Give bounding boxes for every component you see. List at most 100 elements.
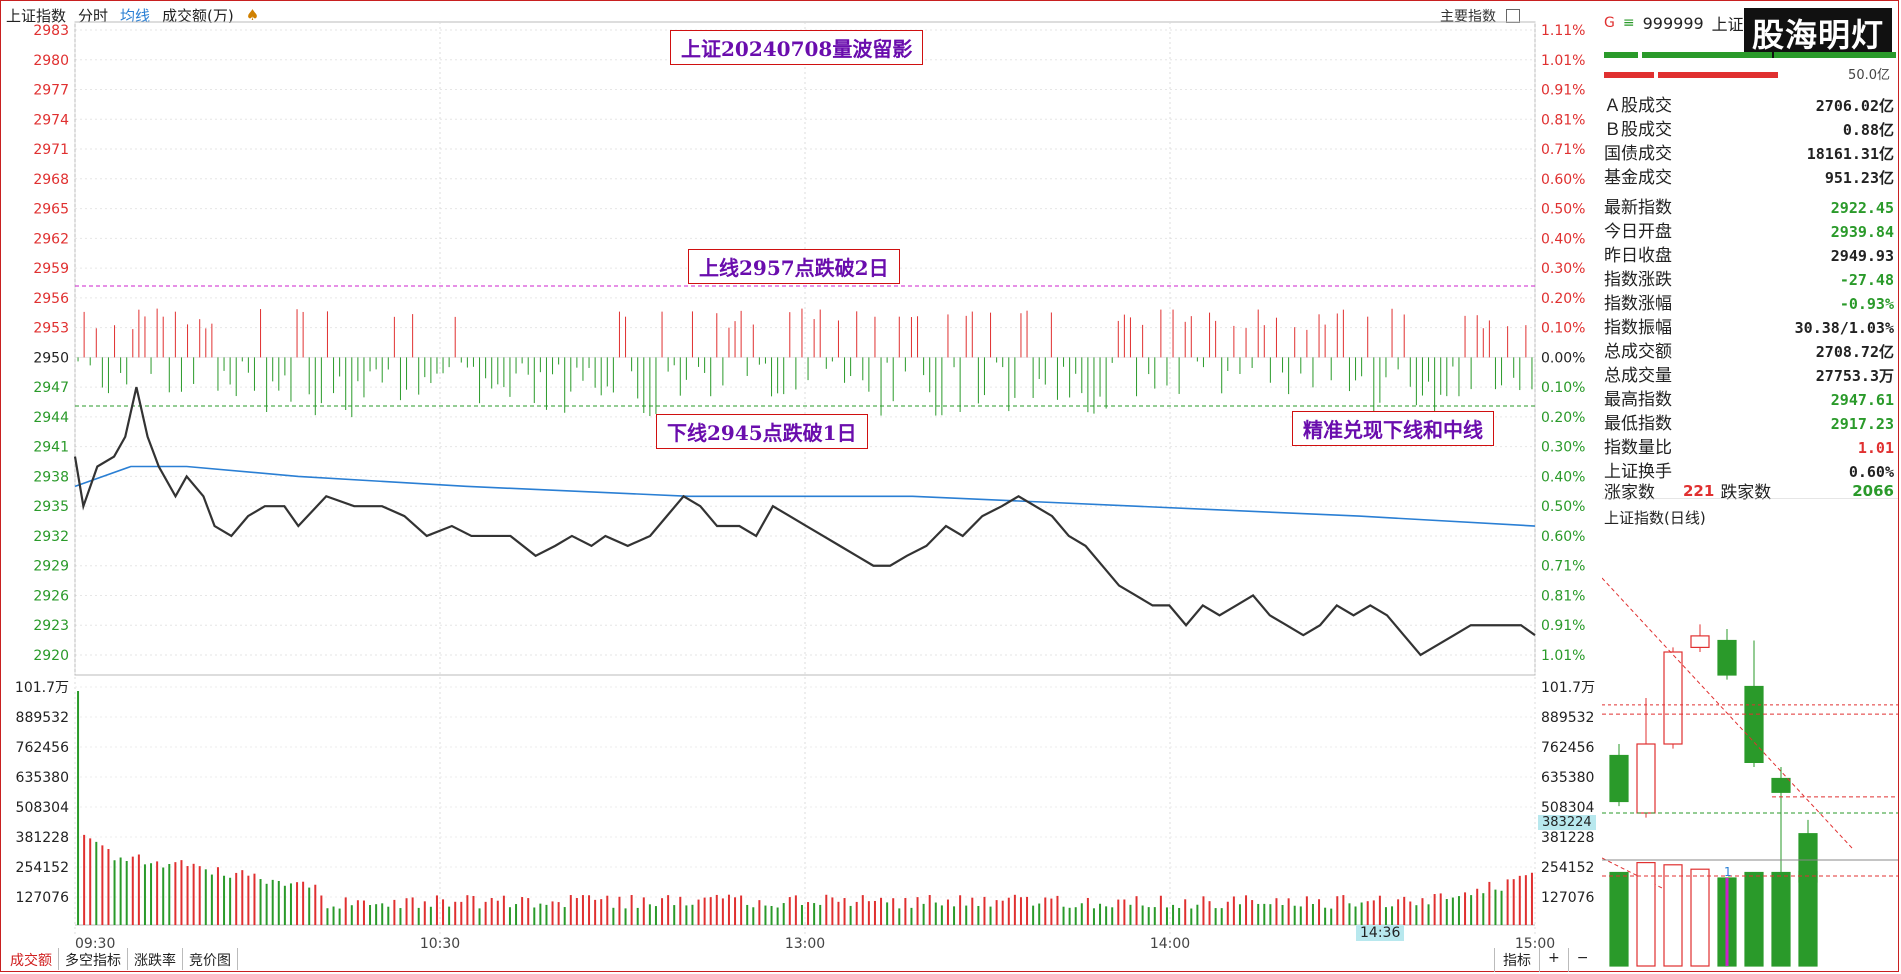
- stat-value: 18161.31亿: [1806, 145, 1894, 163]
- pct-tick: 0.40%: [1541, 231, 1585, 247]
- stat-value: 2708.72亿: [1815, 343, 1894, 361]
- volume-tick: 254152: [1541, 860, 1594, 876]
- candle-body: [1771, 777, 1791, 793]
- pct-tick: 0.91%: [1541, 618, 1585, 634]
- price-tick: 2926: [33, 588, 69, 604]
- candle-body: [1609, 754, 1629, 803]
- price-tick: 2929: [33, 559, 69, 575]
- quote-header: G ≡ 999999 上证 股海明灯: [1600, 8, 1896, 58]
- stat-row: 指数涨跌 -27.48: [1604, 268, 1894, 292]
- stat-value: 2947.61: [1830, 391, 1894, 409]
- cursor-time: 14:36: [1356, 925, 1405, 941]
- turnover-bars: [1604, 52, 1896, 78]
- stat-label: 今日开盘: [1604, 222, 1672, 242]
- volume-tick: 762456: [1541, 740, 1595, 756]
- turnover-bar: [1642, 52, 1772, 58]
- price-tick: 2935: [33, 499, 69, 515]
- pct-tick: 0.20%: [1541, 291, 1585, 307]
- rise-count: 221: [1683, 481, 1715, 500]
- volume-tick: 889532: [16, 710, 69, 726]
- stat-label: 总成交量: [1604, 366, 1672, 386]
- daily-marker: 1: [1724, 865, 1732, 879]
- stat-value: 2922.45: [1830, 199, 1894, 217]
- price-tick: 2962: [33, 231, 69, 247]
- annotation-lower: 下线2945点跌破1日: [656, 414, 868, 449]
- volume-tick: 508304: [1541, 800, 1595, 816]
- volume-tick: 254152: [16, 860, 69, 876]
- pct-tick: 0.91%: [1541, 83, 1585, 99]
- pct-tick: 0.10%: [1541, 380, 1585, 396]
- price-tick: 2959: [33, 261, 69, 277]
- stat-row: 指数涨幅 -0.93%: [1604, 292, 1894, 316]
- annotation-title: 上证20240708量波留影: [670, 30, 924, 65]
- price-tick: 2947: [33, 380, 69, 396]
- price-tick: 2932: [33, 529, 69, 545]
- pct-tick: 0.30%: [1541, 261, 1585, 277]
- stat-value: 2939.84: [1830, 223, 1894, 241]
- annotation-note: 精准兑现下线和中线: [1292, 411, 1494, 446]
- candle-body: [1690, 635, 1710, 648]
- price-tick: 2971: [33, 142, 69, 158]
- turnover-bar: [1604, 52, 1638, 58]
- pct-tick: 0.40%: [1541, 469, 1585, 485]
- pct-tick: 0.60%: [1541, 529, 1585, 545]
- stat-label: 指数振幅: [1604, 318, 1672, 338]
- stat-row: 国债成交 18161.31亿: [1604, 142, 1894, 166]
- pct-tick: 0.81%: [1541, 588, 1585, 604]
- stat-value: 27753.3万: [1815, 367, 1894, 385]
- indicator-button[interactable]: 指标: [1494, 948, 1539, 972]
- turnover-bar: [1604, 72, 1654, 78]
- stat-value: 951.23亿: [1824, 169, 1894, 187]
- stat-row: 总成交量 27753.3万: [1604, 364, 1894, 388]
- daily-volume-bar: [1636, 862, 1656, 967]
- price-tick: 2944: [33, 410, 69, 426]
- stat-row: 总成交额 2708.72亿: [1604, 340, 1894, 364]
- tab-longshort[interactable]: 多空指标: [59, 948, 128, 970]
- stat-label: 指数量比: [1604, 438, 1672, 458]
- indicator-tabs: 成交额 多空指标 涨跌率 竞价图: [4, 948, 238, 970]
- tab-turnover[interactable]: 成交额: [4, 948, 59, 970]
- price-tick: 2983: [33, 23, 69, 39]
- stat-row: 今日开盘 2939.84: [1604, 220, 1894, 244]
- zoom-in-button[interactable]: +: [1539, 948, 1568, 972]
- daily-kline-chart: 1: [1602, 498, 1898, 967]
- pct-tick: 1.11%: [1541, 23, 1585, 39]
- stat-value: 2949.93: [1830, 247, 1894, 265]
- price-tick: 2974: [33, 112, 69, 128]
- candle-body: [1663, 651, 1683, 745]
- stat-row: 指数量比 1.01: [1604, 436, 1894, 460]
- pct-tick: 0.71%: [1541, 559, 1585, 575]
- candle-body: [1744, 685, 1764, 764]
- pct-tick: 1.01%: [1541, 648, 1585, 664]
- stat-label: 国债成交: [1604, 144, 1672, 164]
- intraday-chart: 2983 1.11% 2980 1.01% 2977 0.91% 2974 0.81% 2971…: [15, 21, 1595, 952]
- turnover-bar: [1774, 52, 1896, 58]
- daily-volume-bar: [1798, 870, 1818, 967]
- stat-label: 最高指数: [1604, 390, 1672, 410]
- price-tick: 2953: [33, 321, 69, 337]
- stat-row: 最新指数 2922.45: [1604, 196, 1894, 220]
- price-tick: 2968: [33, 172, 69, 188]
- volume-tick: 127076: [1541, 890, 1595, 906]
- price-tick: 2938: [33, 469, 69, 485]
- zoom-out-button[interactable]: −: [1567, 948, 1597, 972]
- candle-body: [1717, 639, 1737, 676]
- price-tick: 2923: [33, 618, 69, 634]
- volume-tick: 127076: [16, 890, 70, 906]
- price-tick: 2941: [33, 440, 69, 456]
- stat-value: -0.93%: [1839, 295, 1894, 313]
- tab-updown-ratio[interactable]: 涨跌率: [128, 948, 183, 970]
- pct-tick: 0.50%: [1541, 202, 1585, 218]
- volume-tick: 635380: [1541, 770, 1594, 786]
- stat-row: 基金成交 951.23亿: [1604, 166, 1894, 190]
- stat-label: 指数涨跌: [1604, 270, 1672, 290]
- stat-value: 2917.23: [1830, 415, 1894, 433]
- stat-value: 30.38/1.03%: [1794, 319, 1894, 337]
- price-tick: 2920: [33, 648, 69, 664]
- daily-volume-bar: [1744, 871, 1764, 967]
- tab-auction[interactable]: 竞价图: [183, 948, 238, 970]
- candle-body: [1636, 743, 1656, 814]
- price-tick: 2956: [33, 291, 69, 307]
- volume-tick: 381228: [16, 830, 69, 846]
- list-icon: ≡: [1622, 15, 1635, 31]
